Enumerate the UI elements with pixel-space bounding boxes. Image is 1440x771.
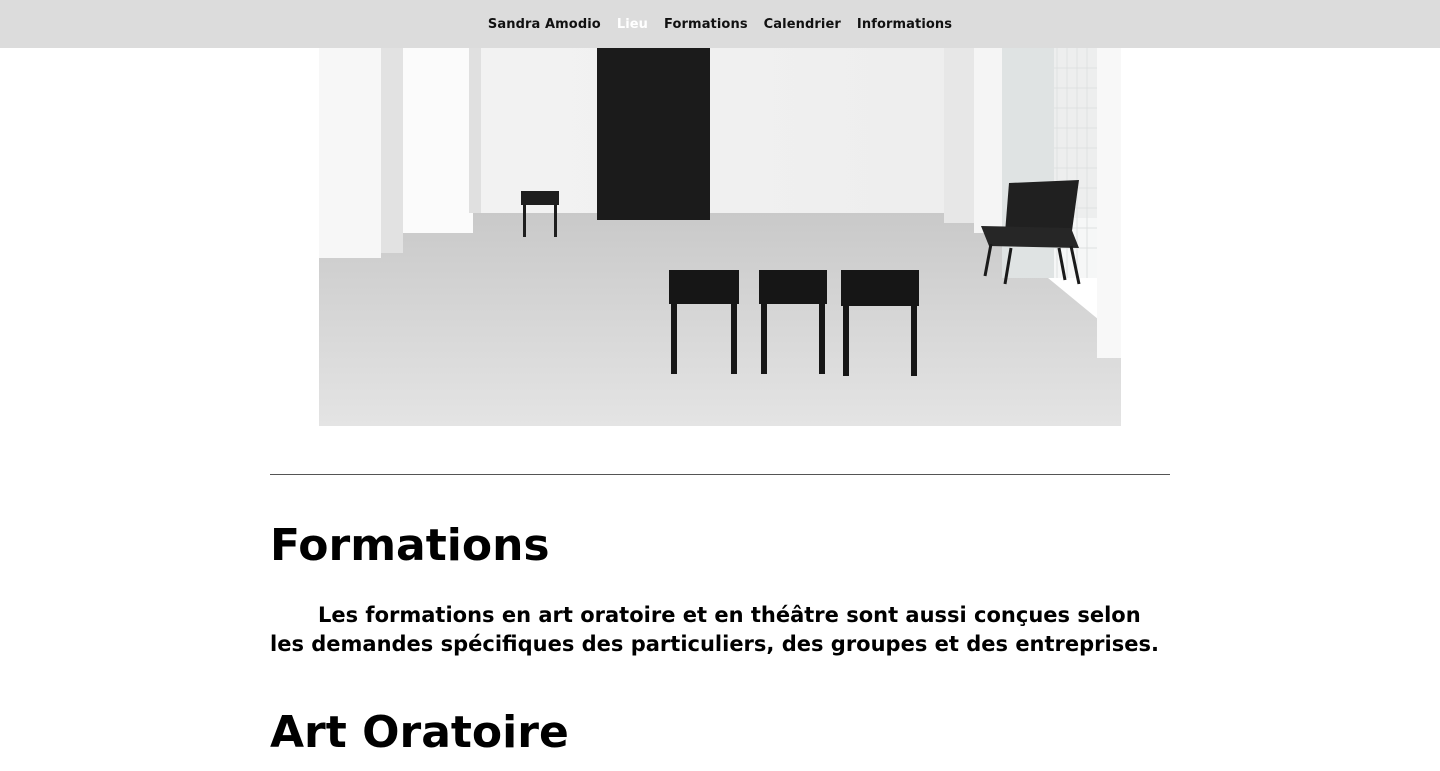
gallery-room-photo (319, 48, 1121, 426)
formations-intro: Les formations en art oratoire et en thé… (270, 603, 1159, 656)
nav-link-sandra-amodio[interactable]: Sandra Amodio (488, 17, 601, 32)
section-divider (270, 474, 1170, 475)
nav-link-formations[interactable]: Formations (664, 17, 748, 32)
art-oratoire-title: Art Oratoire (270, 707, 569, 758)
nav-link-calendrier[interactable]: Calendrier (764, 17, 841, 32)
formations-title: Formations (270, 520, 550, 571)
nav-link-informations[interactable]: Informations (857, 17, 952, 32)
top-navigation: Sandra Amodio Lieu Formations Calendrier… (0, 0, 1440, 48)
hero-image (319, 48, 1121, 426)
nav-link-lieu[interactable]: Lieu (617, 17, 648, 32)
